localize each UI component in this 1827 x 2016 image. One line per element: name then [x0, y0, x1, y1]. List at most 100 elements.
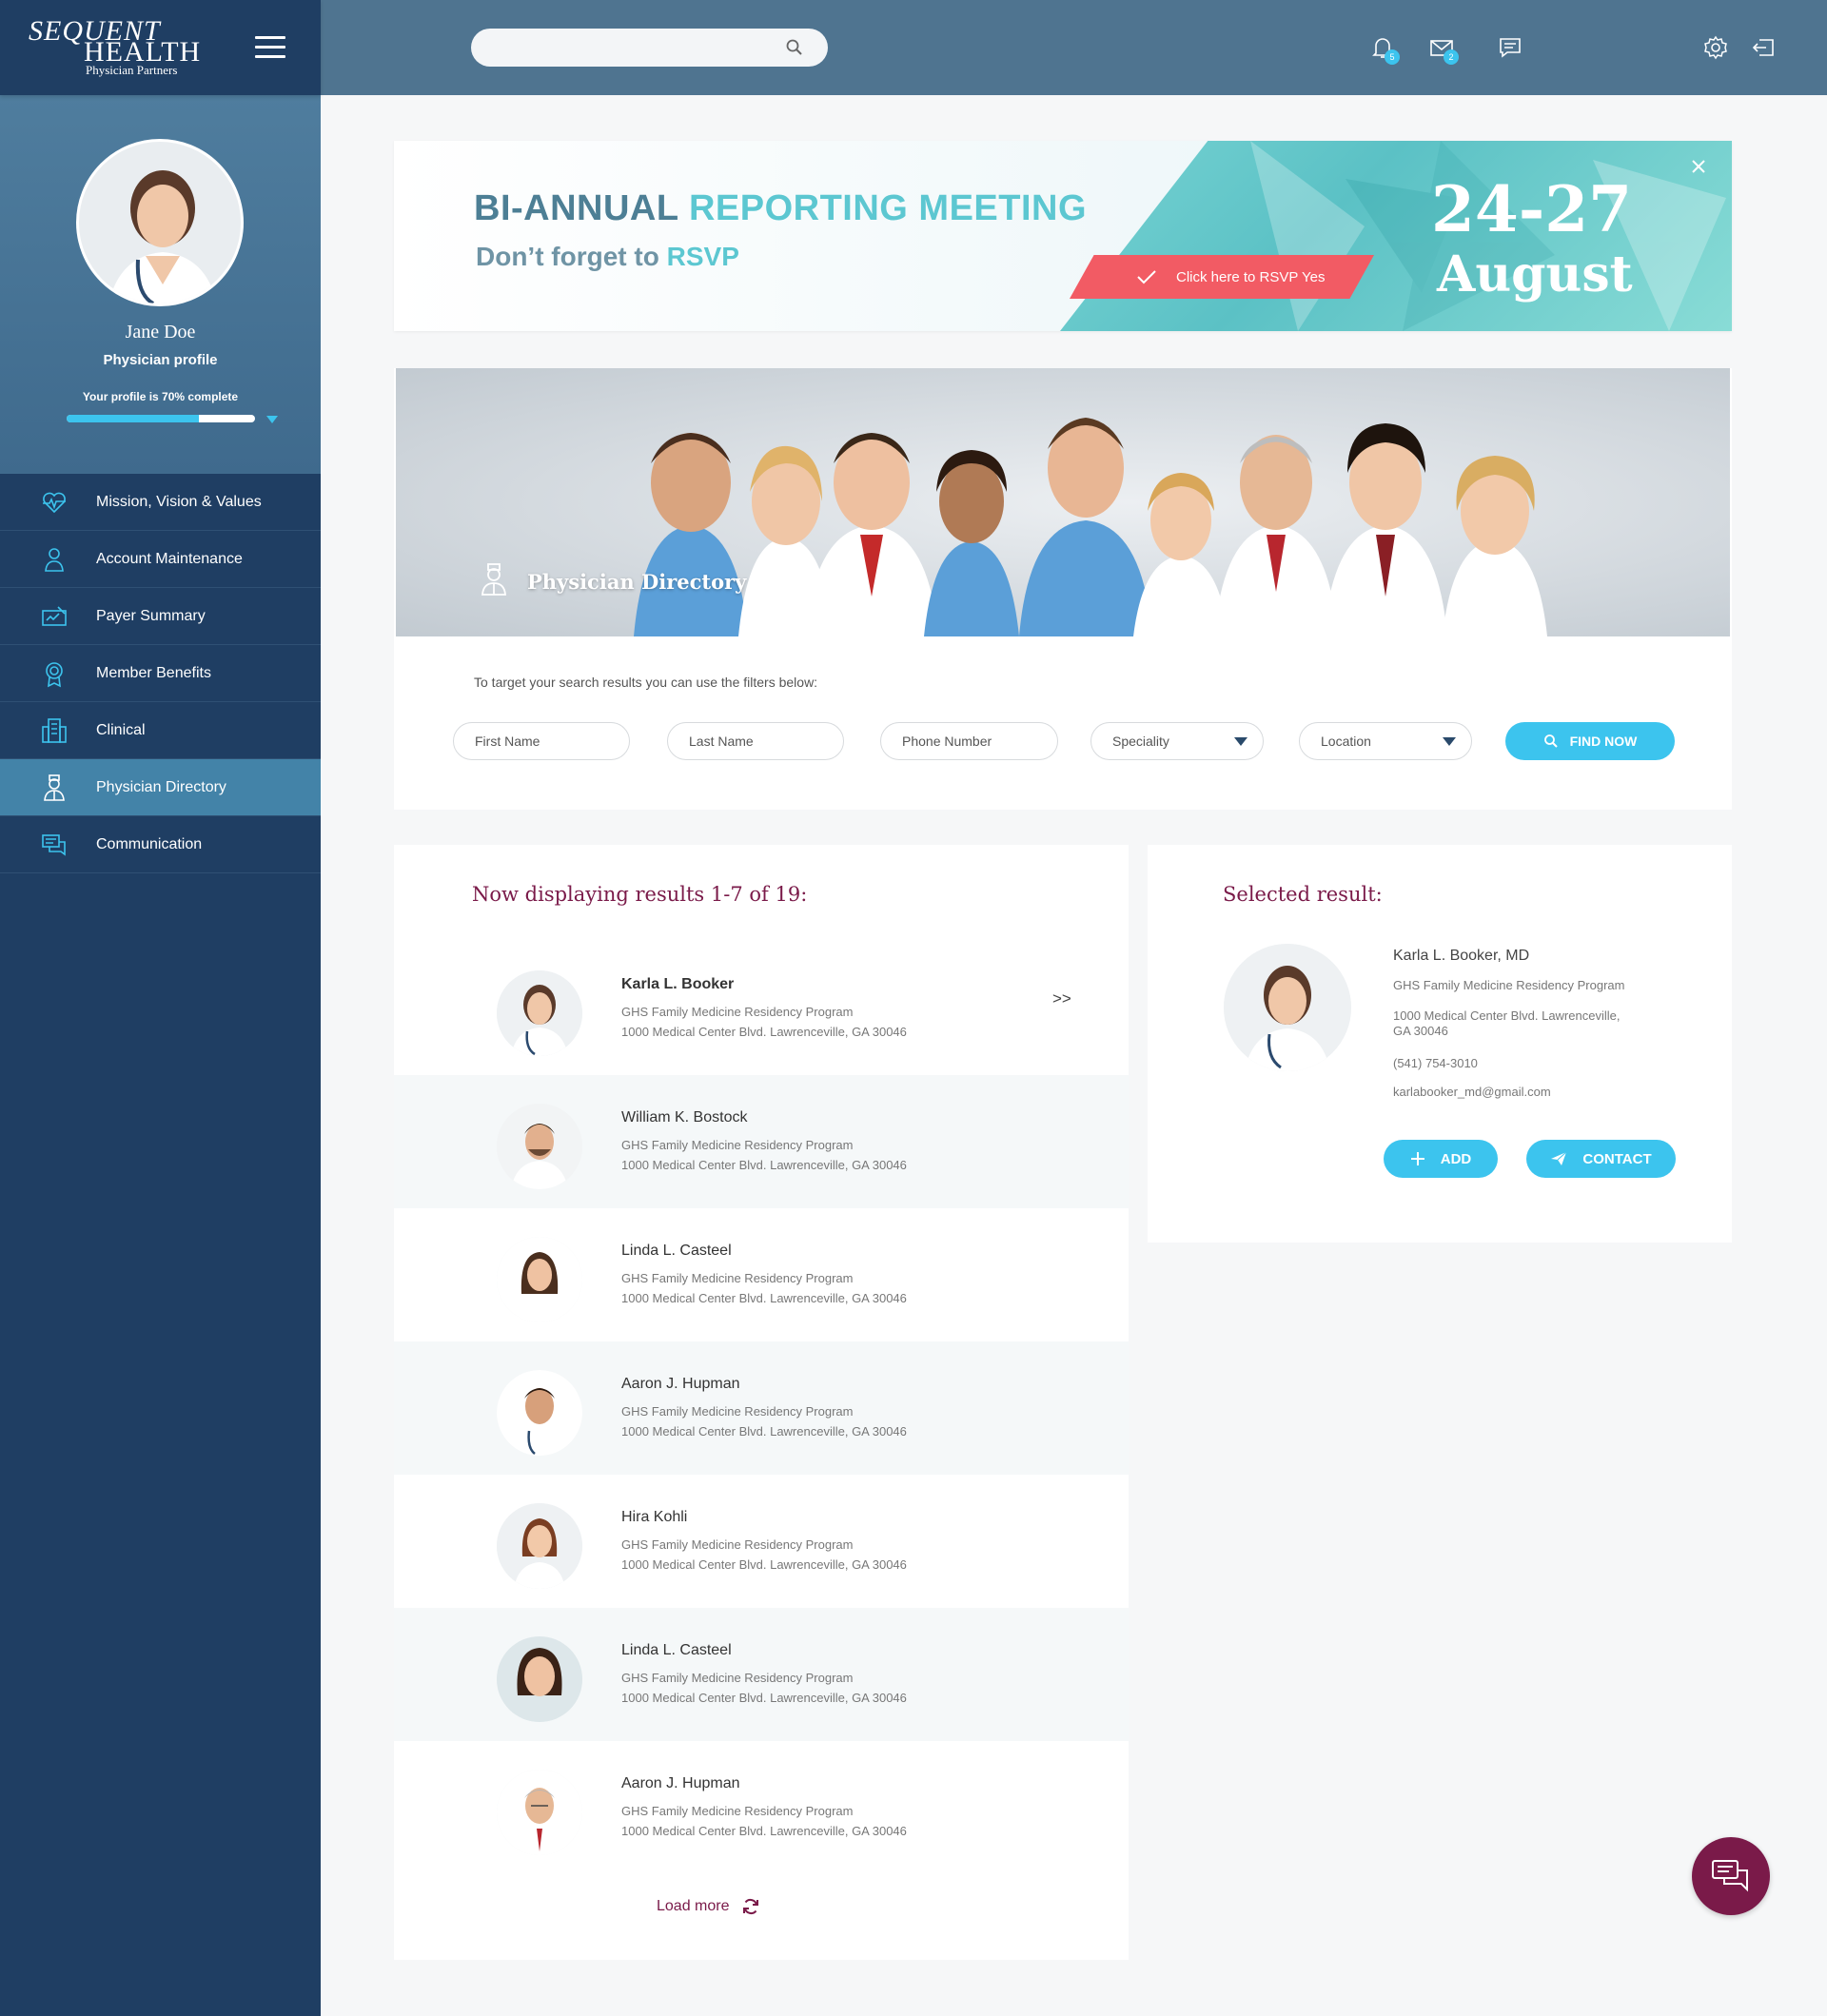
- result-program: GHS Family Medicine Residency Program: [621, 1671, 854, 1685]
- result-name: Linda L. Casteel: [621, 1243, 732, 1259]
- selected-email[interactable]: karlabooker_md@gmail.com: [1393, 1085, 1551, 1100]
- check-signature-icon: [42, 605, 67, 626]
- sidebar-item-payer-summary[interactable]: Payer Summary: [0, 588, 321, 645]
- profile-role[interactable]: Physician profile: [0, 352, 321, 368]
- avatar: [497, 1503, 582, 1589]
- chat-icon: [42, 833, 66, 856]
- banner-title-part1: BI-ANNUAL: [474, 188, 689, 228]
- building-icon: [42, 717, 67, 743]
- user-icon: [45, 547, 64, 572]
- chat-button[interactable]: [1692, 1837, 1770, 1915]
- hamburger-menu-icon[interactable]: [255, 36, 285, 59]
- result-address: 1000 Medical Center Blvd. Lawrenceville,…: [621, 1424, 907, 1439]
- sidebar-item-communication[interactable]: Communication: [0, 816, 321, 873]
- directory-search-card: Physician Directory To target your searc…: [394, 368, 1732, 810]
- sidebar-nav: Mission, Vision & Values Account Mainten…: [0, 474, 321, 873]
- result-address: 1000 Medical Center Blvd. Lawrenceville,…: [621, 1824, 907, 1838]
- search-input[interactable]: [471, 29, 776, 67]
- result-name: Hira Kohli: [621, 1509, 688, 1525]
- sidebar-item-account[interactable]: Account Maintenance: [0, 531, 321, 588]
- result-row[interactable]: William K. Bostock GHS Family Medicine R…: [394, 1075, 1129, 1208]
- banner-subtitle: Don’t forget to RSVP: [476, 242, 739, 272]
- sidebar-item-mission[interactable]: Mission, Vision & Values: [0, 474, 321, 531]
- find-now-label: FIND NOW: [1569, 734, 1638, 749]
- sidebar-item-label: Mission, Vision & Values: [96, 493, 262, 510]
- selected-program: GHS Family Medicine Residency Program: [1393, 978, 1625, 992]
- find-now-button[interactable]: FIND NOW: [1505, 722, 1675, 760]
- result-program: GHS Family Medicine Residency Program: [621, 1138, 854, 1152]
- notifications-bell-icon[interactable]: 5: [1369, 34, 1400, 65]
- result-address: 1000 Medical Center Blvd. Lawrenceville,…: [621, 1158, 907, 1172]
- result-program: GHS Family Medicine Residency Program: [621, 1537, 854, 1552]
- last-name-field: [667, 722, 844, 760]
- contact-label: CONTACT: [1582, 1150, 1652, 1167]
- settings-gear-icon[interactable]: [1702, 34, 1729, 61]
- sidebar: SEQUENT HEALTH Physician Partners Jane D…: [0, 0, 321, 2016]
- result-name: Linda L. Casteel: [621, 1642, 732, 1658]
- load-more-button[interactable]: Load more: [657, 1897, 760, 1916]
- result-program: GHS Family Medicine Residency Program: [621, 1804, 854, 1818]
- sidebar-item-clinical[interactable]: Clinical: [0, 702, 321, 759]
- close-icon[interactable]: [1690, 158, 1707, 175]
- selected-address-line2: GA 30046: [1393, 1024, 1448, 1038]
- messages-envelope-icon[interactable]: 2: [1428, 34, 1459, 65]
- heart-pulse-icon: [43, 492, 66, 513]
- result-address: 1000 Medical Center Blvd. Lawrenceville,…: [621, 1691, 907, 1705]
- sidebar-item-physician-directory[interactable]: Physician Directory: [0, 759, 321, 816]
- selected-result-panel: Selected result: Karla L. Booker, MD GHS…: [1148, 845, 1732, 1243]
- checkmark-icon: [1137, 270, 1156, 284]
- avatar: [497, 1237, 582, 1322]
- profile-expand-icon[interactable]: [266, 416, 278, 423]
- sidebar-item-label: Communication: [96, 835, 203, 852]
- location-select-value: Location: [1321, 734, 1371, 749]
- avatar: [497, 1370, 582, 1456]
- result-name: Karla L. Booker: [621, 976, 735, 992]
- speciality-select[interactable]: Speciality: [1090, 722, 1264, 760]
- chat-icon: [1712, 1860, 1748, 1892]
- add-button[interactable]: ADD: [1384, 1140, 1498, 1178]
- result-row[interactable]: Aaron J. Hupman GHS Family Medicine Resi…: [394, 1741, 1129, 1874]
- directory-title: Physician Directory: [527, 570, 747, 594]
- contact-button[interactable]: CONTACT: [1526, 1140, 1676, 1178]
- filter-note: To target your search results you can us…: [474, 675, 818, 690]
- banner-title: BI-ANNUAL REPORTING MEETING: [474, 188, 1087, 229]
- result-row[interactable]: Aaron J. Hupman GHS Family Medicine Resi…: [394, 1341, 1129, 1475]
- banner-subtitle-part2: RSVP: [666, 242, 739, 271]
- last-name-input[interactable]: [668, 723, 843, 759]
- doctor-icon: [44, 773, 65, 801]
- result-address: 1000 Medical Center Blvd. Lawrenceville,…: [621, 1025, 907, 1039]
- speciality-select-value: Speciality: [1112, 734, 1169, 749]
- notifications-badge: 5: [1385, 49, 1400, 65]
- selected-name: Karla L. Booker, MD: [1393, 948, 1530, 964]
- results-panel: Now displaying results 1-7 of 19: Karla …: [394, 845, 1129, 1960]
- result-program: GHS Family Medicine Residency Program: [621, 1404, 854, 1419]
- sidebar-item-member-benefits[interactable]: Member Benefits: [0, 645, 321, 702]
- view-result-arrow[interactable]: >>: [1052, 989, 1071, 1008]
- meeting-banner: BI-ANNUAL REPORTING MEETING Don’t forget…: [394, 141, 1732, 331]
- result-row[interactable]: Hira Kohli GHS Family Medicine Residency…: [394, 1475, 1129, 1608]
- logout-icon[interactable]: [1750, 34, 1777, 61]
- search-icon: [1543, 734, 1558, 748]
- result-row[interactable]: Karla L. Booker GHS Family Medicine Resi…: [394, 942, 1129, 1075]
- result-row[interactable]: Linda L. Casteel GHS Family Medicine Res…: [394, 1608, 1129, 1741]
- search-icon[interactable]: [786, 39, 803, 56]
- banner-month: August: [1437, 245, 1633, 303]
- chat-bubble-icon[interactable]: [1497, 34, 1523, 61]
- phone-input[interactable]: [881, 723, 1057, 759]
- rsvp-button[interactable]: Click here to RSVP Yes: [1070, 255, 1374, 299]
- result-name: Aaron J. Hupman: [621, 1775, 740, 1791]
- add-label: ADD: [1440, 1150, 1472, 1167]
- location-select[interactable]: Location: [1299, 722, 1472, 760]
- first-name-input[interactable]: [454, 723, 629, 759]
- avatar[interactable]: [76, 139, 244, 306]
- logo-bar: SEQUENT HEALTH Physician Partners: [0, 0, 321, 95]
- result-row[interactable]: Linda L. Casteel GHS Family Medicine Res…: [394, 1208, 1129, 1341]
- messages-badge: 2: [1444, 49, 1459, 65]
- banner-date-range: 24-27: [1431, 172, 1633, 246]
- top-bar: 5 2: [321, 0, 1827, 95]
- sidebar-item-label: Member Benefits: [96, 664, 211, 681]
- profile-progress-bar: [67, 415, 255, 422]
- brand-logo[interactable]: SEQUENT HEALTH Physician Partners: [29, 17, 201, 78]
- sidebar-item-label: Account Maintenance: [96, 550, 243, 567]
- refresh-icon: [742, 1898, 758, 1915]
